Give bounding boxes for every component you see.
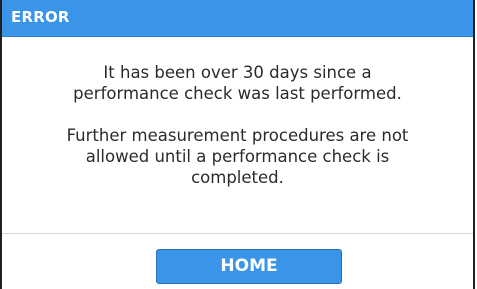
home-button[interactable]: HOME (156, 249, 342, 284)
message-line: It has been over 30 days since a (103, 63, 372, 82)
dialog-title: ERROR (11, 8, 70, 26)
footer-divider (2, 233, 473, 234)
error-dialog: ERROR It has been over 30 days since a p… (0, 0, 475, 289)
message-line: Further measurement procedures are not (66, 126, 409, 145)
message-line: performance check was last performed. (73, 84, 402, 103)
error-message: It has been over 30 days since a perform… (2, 62, 473, 188)
message-paragraph-1: It has been over 30 days since a perform… (2, 62, 473, 104)
dialog-titlebar: ERROR (2, 0, 473, 37)
message-line: completed. (191, 168, 284, 187)
message-paragraph-2: Further measurement procedures are not a… (2, 125, 473, 188)
message-line: allowed until a performance check is (85, 147, 390, 166)
